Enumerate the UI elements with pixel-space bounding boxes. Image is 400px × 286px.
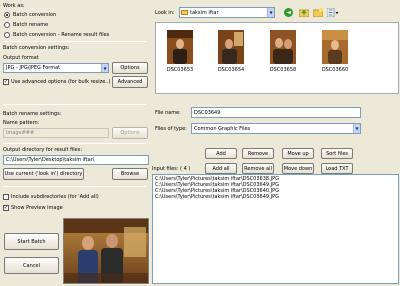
radio-batch-conversion[interactable]: Batch conversion — [4, 12, 56, 18]
thumbnail-label: DSC03654 — [217, 67, 245, 73]
thumbnail-label: DSC03658 — [269, 67, 297, 73]
folder-icon — [181, 10, 188, 15]
advanced-options-checkbox[interactable]: ✓ Use advanced options (for bulk resize.… — [3, 79, 110, 85]
chevron-down-icon[interactable]: ▼ — [101, 64, 108, 72]
separator — [3, 41, 146, 42]
rename-options-button[interactable]: Options — [112, 127, 148, 139]
list-item[interactable]: C:\Users\Tyler\Pictures\taksim iftar\DSC… — [153, 194, 398, 200]
name-pattern-label: Name pattern: — [3, 120, 40, 126]
check-icon[interactable]: ✓ — [3, 205, 9, 211]
separator — [3, 143, 146, 144]
include-subdirectories-label: Include subdirectories (for 'Add all) — [11, 194, 99, 200]
radio-label: Batch rename — [13, 22, 49, 28]
work-as-label: Work as: — [3, 3, 25, 9]
file-type-label: Files of type: — [155, 126, 187, 132]
thumbnail-image[interactable] — [218, 30, 244, 64]
advanced-button[interactable]: Advanced — [112, 76, 148, 88]
file-name-input[interactable]: DSC03649 — [191, 107, 361, 118]
radio-indicator[interactable] — [4, 32, 10, 38]
file-name-label: File name: — [155, 110, 181, 116]
separator — [3, 186, 146, 187]
look-in-value: taksim iftar — [181, 10, 219, 16]
radio-label: Batch conversion - Rename result files — [13, 32, 110, 38]
radio-indicator[interactable] — [4, 12, 10, 18]
check-icon[interactable]: ✓ — [3, 79, 9, 85]
use-current-directory-button[interactable]: Use current ('look in') directory — [3, 168, 84, 180]
radio-label: Batch conversion — [13, 12, 57, 18]
look-in-folder-name: taksim iftar — [190, 9, 219, 16]
include-subdirectories-checkbox[interactable]: Include subdirectories (for 'Add all) — [3, 194, 99, 200]
radio-batch-rename[interactable]: Batch rename — [4, 22, 48, 28]
conversion-settings-label: Batch conversion settings: — [3, 45, 70, 51]
move-up-button[interactable]: Move up — [282, 148, 314, 159]
radio-batch-conversion-rename[interactable]: Batch conversion - Rename result files — [4, 32, 109, 38]
checkbox-indicator[interactable] — [3, 194, 9, 200]
rename-settings-label: Batch rename settings: — [3, 111, 62, 117]
name-pattern-input[interactable]: image### — [3, 128, 109, 138]
output-format-label: Output format — [3, 55, 39, 61]
new-folder-icon[interactable] — [312, 8, 324, 18]
output-format-select[interactable]: JPG - JPG/JPEG Format ▼ — [3, 63, 109, 73]
look-in-label: Look in: — [155, 10, 175, 16]
start-batch-button[interactable]: Start Batch — [4, 233, 59, 250]
input-files-list[interactable]: C:\Users\Tyler\Pictures\taksim iftar\DSC… — [152, 174, 399, 284]
show-preview-checkbox[interactable]: ✓ Show Preview image — [3, 205, 63, 211]
remove-all-button[interactable]: Remove all — [242, 163, 274, 174]
add-button[interactable]: Add — [205, 148, 237, 159]
add-all-button[interactable]: Add all — [205, 163, 237, 174]
browse-button[interactable]: Browse — [112, 168, 148, 180]
output-directory-label: Output directory for result files: — [3, 147, 83, 153]
output-directory-input[interactable]: C:\Users\Tyler\Desktop\taksim iftar\ — [3, 155, 149, 165]
input-files-label: Input files: ( 4 ) — [152, 166, 191, 172]
look-in-select[interactable]: taksim iftar ▼ — [179, 7, 275, 18]
remove-button[interactable]: Remove — [242, 148, 274, 159]
cancel-button[interactable]: Cancel — [4, 257, 59, 274]
view-menu-icon[interactable] — [327, 8, 339, 17]
output-format-value: JPG - JPG/JPEG Format — [6, 65, 61, 71]
move-down-button[interactable]: Move down — [282, 163, 314, 174]
preview-image — [63, 218, 149, 284]
thumbnail-label: DSC03653 — [166, 67, 194, 73]
up-folder-icon[interactable] — [298, 8, 310, 18]
separator — [3, 104, 146, 105]
back-icon[interactable]: ◄ — [284, 8, 293, 17]
thumbnail-image[interactable] — [270, 30, 296, 64]
chevron-down-icon[interactable]: ▼ — [267, 8, 274, 17]
file-type-value: Common Graphic Files — [194, 125, 251, 132]
thumbnail-image[interactable] — [167, 30, 193, 64]
file-type-select[interactable]: Common Graphic Files ▼ — [191, 123, 361, 134]
advanced-options-label: Use advanced options (for bulk resize..) — [11, 79, 111, 85]
load-txt-button[interactable]: Load TXT — [321, 163, 353, 174]
thumbnail-image[interactable] — [322, 30, 348, 64]
radio-indicator[interactable] — [4, 22, 10, 28]
format-options-button[interactable]: Options — [112, 62, 148, 74]
chevron-down-icon[interactable]: ▼ — [353, 124, 360, 133]
show-preview-label: Show Preview image — [11, 205, 63, 211]
sort-files-button[interactable]: Sort files — [321, 148, 353, 159]
list-item[interactable]: C:\Users\Tyler\Pictures\taksim iftar\DSC… — [153, 175, 398, 182]
thumbnail-label: DSC03660 — [321, 67, 349, 73]
